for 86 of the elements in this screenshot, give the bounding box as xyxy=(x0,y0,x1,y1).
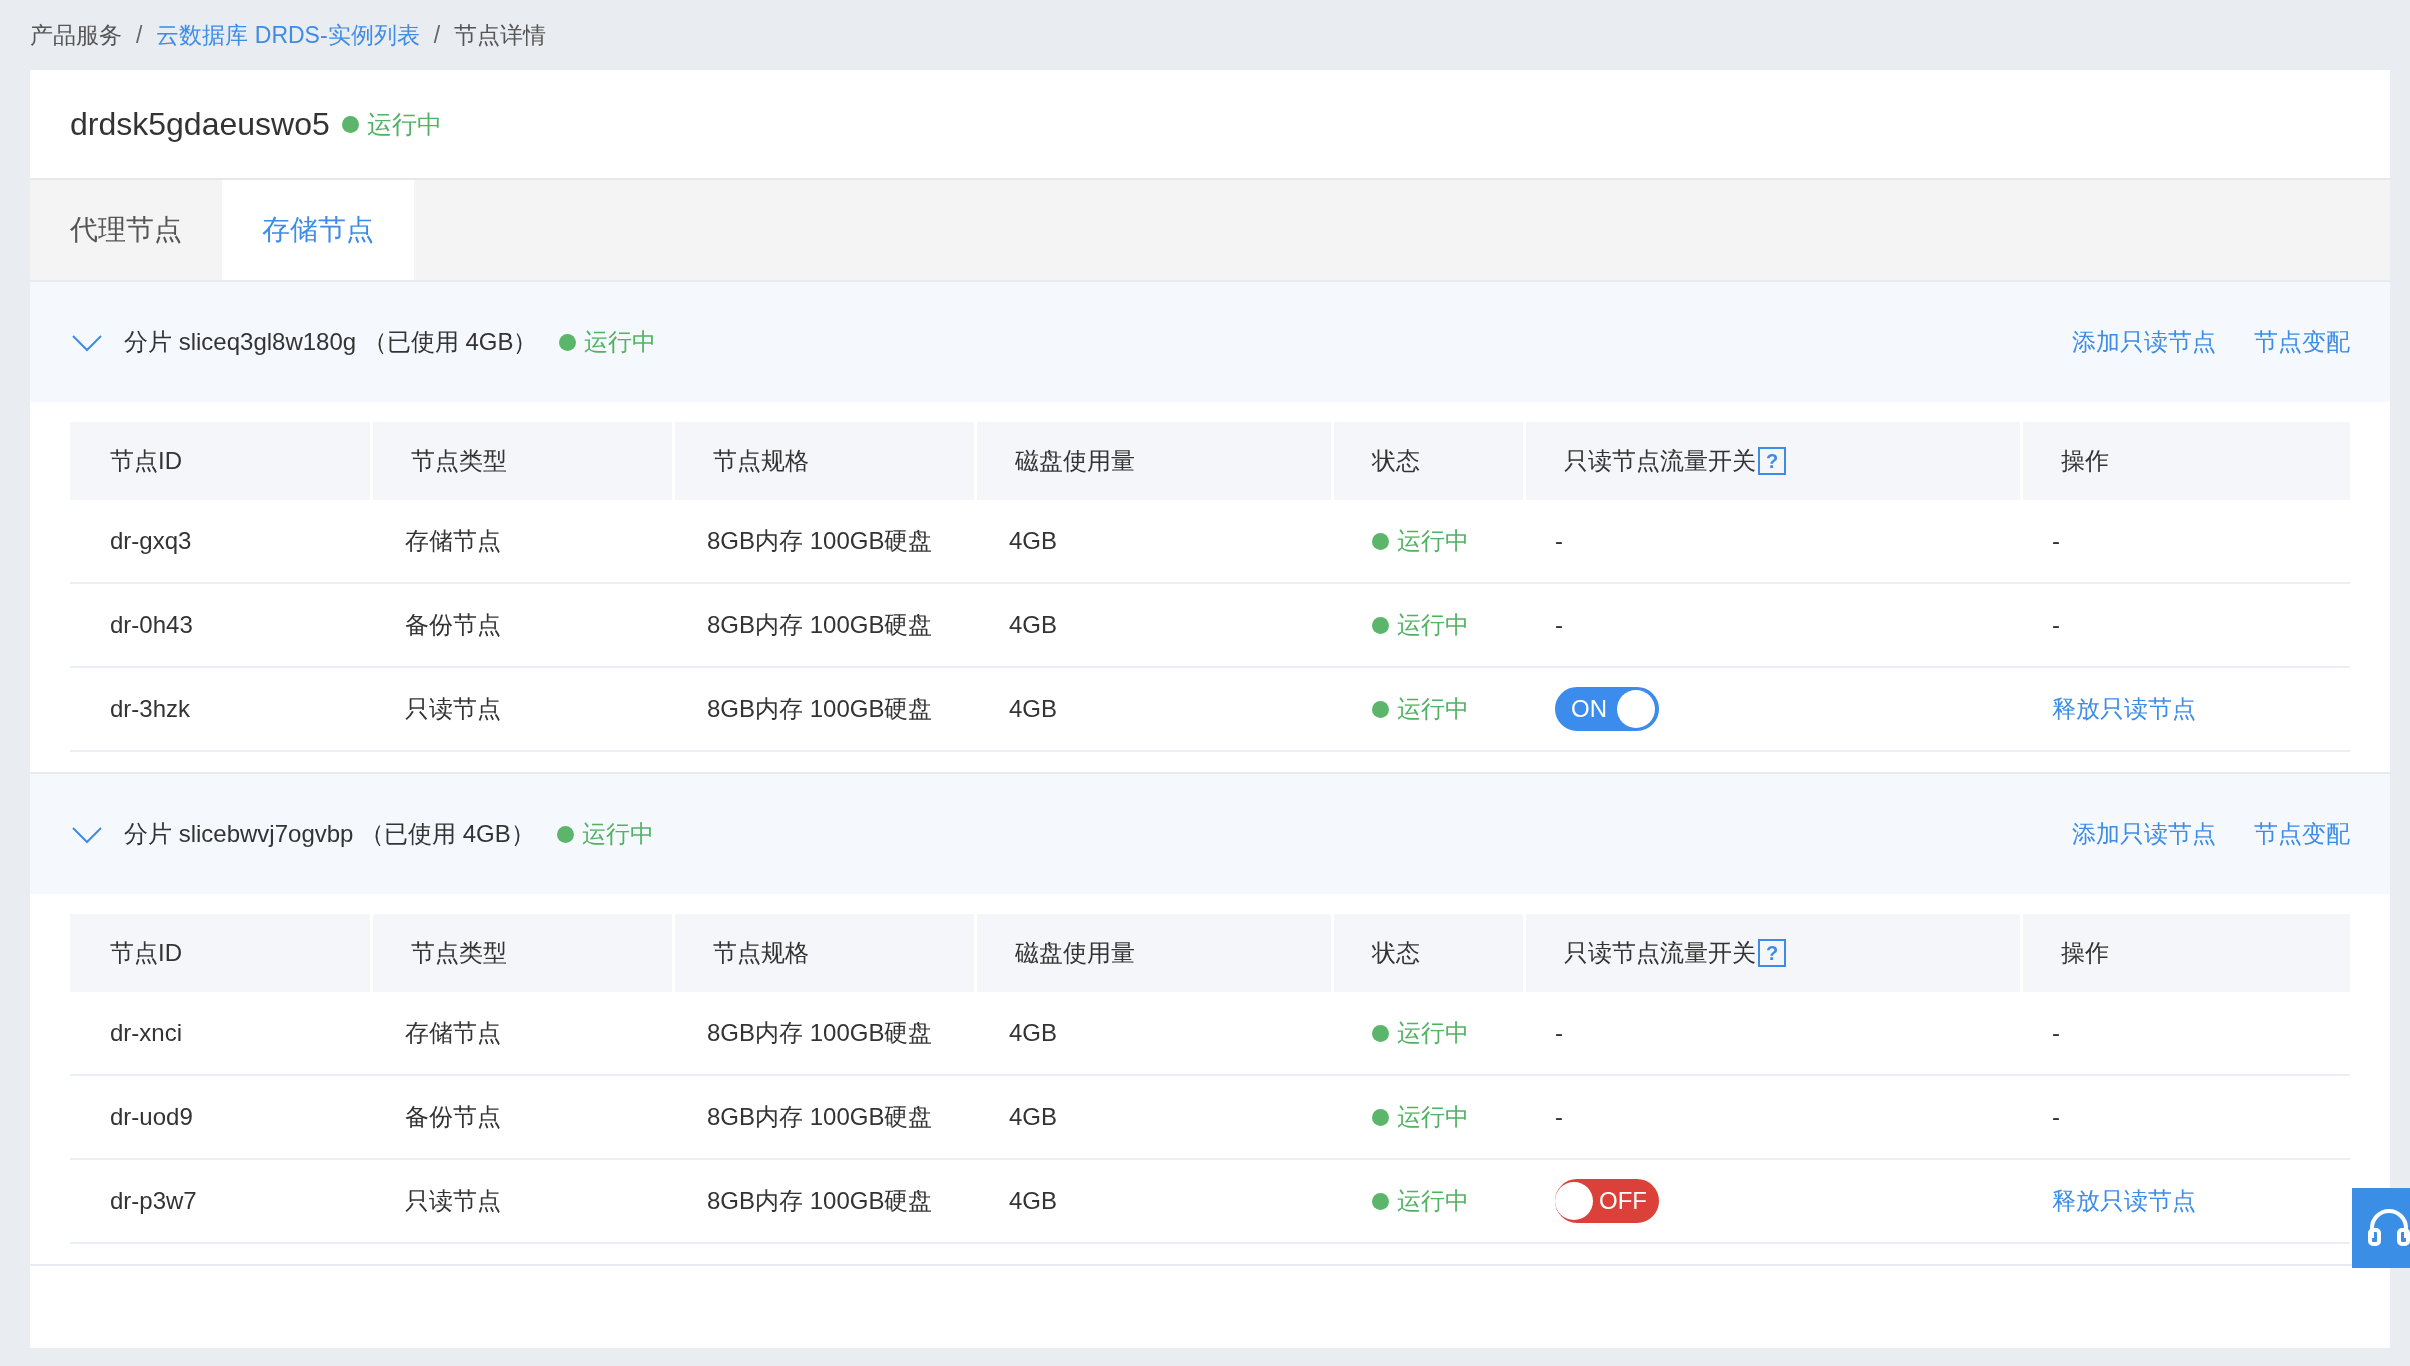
table-cell-text: 备份节点 xyxy=(405,1102,501,1132)
column-header: 只读节点流量开关 xyxy=(1564,446,1756,476)
column-header: 节点类型 xyxy=(411,446,507,476)
table-cell: - xyxy=(2052,1103,2060,1131)
table-cell: dr-gxq3 xyxy=(110,527,192,555)
table-cell-text: 8GB内存 100GB硬盘 xyxy=(707,1102,933,1132)
status-dot xyxy=(559,333,577,351)
help-icon[interactable]: ? xyxy=(1758,447,1786,475)
column-header: 节点ID xyxy=(110,938,182,968)
action-link[interactable]: 添加只读节点 xyxy=(2072,326,2216,358)
table-cell-text: 存储节点 xyxy=(405,526,501,556)
toggle-switch[interactable]: OFF xyxy=(1555,1179,1659,1223)
status-text: 运行中 xyxy=(1397,526,1469,556)
column-header: 节点规格 xyxy=(713,446,809,476)
breadcrumb-link[interactable]: 云数据库 DRDS-实例列表 xyxy=(156,19,420,51)
table-cell-text: 8GB内存 100GB硬盘 xyxy=(707,526,933,556)
table-cell: dr-xnci xyxy=(110,1019,182,1047)
column-header: 磁盘使用量 xyxy=(1015,446,1135,476)
breadcrumb-separator: / xyxy=(136,21,143,49)
status-dot xyxy=(1372,1192,1389,1210)
status-text: 运行中 xyxy=(1397,694,1469,724)
table-cell-text: 8GB内存 100GB硬盘 xyxy=(707,1018,933,1048)
table-cell: - xyxy=(1555,1103,1563,1131)
column-header: 状态 xyxy=(1372,446,1420,476)
status-text: 运行中 xyxy=(1397,1018,1469,1048)
table-cell: - xyxy=(2052,527,2060,555)
slice-title: 分片 slicebwvj7ogvbp （已使用 4GB） xyxy=(124,819,535,849)
table-cell: - xyxy=(1555,1019,1563,1047)
table-cell: - xyxy=(2052,611,2060,639)
column-header: 操作 xyxy=(2061,446,2109,476)
status-dot xyxy=(1372,1108,1389,1126)
column-header: 磁盘使用量 xyxy=(1015,938,1135,968)
status-text: 运行中 xyxy=(1397,610,1469,640)
column-header: 状态 xyxy=(1372,938,1420,968)
status-dot xyxy=(1372,700,1389,718)
table-cell-text: 8GB内存 100GB硬盘 xyxy=(707,694,933,724)
table-cell: dr-uod9 xyxy=(110,1103,193,1131)
status-dot xyxy=(1372,1024,1389,1042)
release-link[interactable]: 释放只读节点 xyxy=(2052,1185,2196,1217)
status-dot xyxy=(556,825,574,843)
column-header: 节点规格 xyxy=(713,938,809,968)
column-header: 节点ID xyxy=(110,446,182,476)
breadcrumb-item: 节点详情 xyxy=(454,20,546,50)
release-link[interactable]: 释放只读节点 xyxy=(2052,693,2196,725)
status-text: 运行中 xyxy=(1397,1186,1469,1216)
status-text: 运行中 xyxy=(584,327,657,357)
status-dot xyxy=(1372,532,1389,550)
table-cell: - xyxy=(2052,1019,2060,1047)
headset-icon xyxy=(2368,1208,2410,1248)
table-cell-text: 只读节点 xyxy=(405,694,501,724)
table-cell: 4GB xyxy=(1009,527,1058,555)
status-dot xyxy=(1372,616,1389,634)
table-cell: 4GB xyxy=(1009,1103,1058,1131)
instance-name: drdsk5gdaeuswo5 xyxy=(70,105,330,143)
table-cell: - xyxy=(1555,611,1563,639)
action-link[interactable]: 节点变配 xyxy=(2254,818,2350,850)
column-header: 只读节点流量开关 xyxy=(1564,938,1756,968)
status-text: 运行中 xyxy=(1397,1102,1469,1132)
table-cell: 4GB xyxy=(1009,1019,1058,1047)
status-text: 运行中 xyxy=(366,108,442,140)
table-cell: dr-0h43 xyxy=(110,611,193,639)
slice-title: 分片 sliceq3gl8w180g （已使用 4GB） xyxy=(124,327,538,357)
toggle-switch[interactable]: ON xyxy=(1555,687,1659,731)
table-cell: 4GB xyxy=(1009,1187,1058,1215)
support-button[interactable] xyxy=(2352,1188,2410,1268)
table-cell-text: 8GB内存 100GB硬盘 xyxy=(707,1186,933,1216)
table-cell: - xyxy=(1555,527,1563,555)
table-cell: 4GB xyxy=(1009,695,1058,723)
table-cell: 4GB xyxy=(1009,611,1058,639)
column-header: 操作 xyxy=(2061,938,2109,968)
status-dot xyxy=(341,115,359,133)
status-text: 运行中 xyxy=(581,819,654,849)
help-icon[interactable]: ? xyxy=(1758,939,1786,967)
breadcrumb-item: 产品服务 xyxy=(30,20,122,50)
action-link[interactable]: 添加只读节点 xyxy=(2072,818,2216,850)
column-header: 节点类型 xyxy=(411,938,507,968)
breadcrumb-separator: / xyxy=(433,21,440,49)
table-cell-text: 8GB内存 100GB硬盘 xyxy=(707,610,933,640)
table-cell: dr-p3w7 xyxy=(110,1187,197,1215)
table-cell: dr-3hzk xyxy=(110,695,191,723)
tab[interactable]: 存储节点 xyxy=(222,180,414,280)
action-link[interactable]: 节点变配 xyxy=(2254,326,2350,358)
tab[interactable]: 代理节点 xyxy=(30,180,222,280)
table-cell-text: 存储节点 xyxy=(405,1018,501,1048)
table-cell-text: 备份节点 xyxy=(405,610,501,640)
table-cell-text: 只读节点 xyxy=(405,1186,501,1216)
